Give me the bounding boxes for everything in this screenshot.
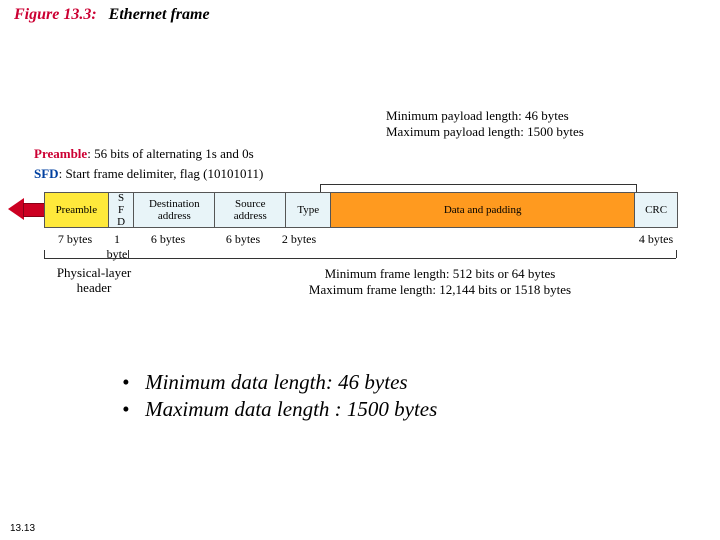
frame-row: Preamble S F D Destination address Sourc… bbox=[44, 192, 678, 228]
payload-min: Minimum payload length: 46 bytes bbox=[386, 108, 584, 124]
field-sfd: S F D bbox=[109, 193, 135, 227]
payload-max: Maximum payload length: 1500 bytes bbox=[386, 124, 584, 140]
tick bbox=[44, 250, 45, 258]
frame-length-note: Minimum frame length: 512 bits or 64 byt… bbox=[230, 266, 650, 299]
field-src-addr: Source address bbox=[215, 193, 286, 227]
brace-bottom-right bbox=[128, 258, 676, 259]
figure-caption: Ethernet frame bbox=[109, 6, 210, 23]
tick bbox=[320, 184, 321, 192]
brace-bottom-left bbox=[44, 258, 128, 259]
figure-label: Figure 13.3: bbox=[14, 6, 97, 23]
tick bbox=[128, 250, 129, 258]
field-preamble: Preamble bbox=[45, 193, 109, 227]
figure-title: Figure 13.3: Ethernet frame bbox=[14, 6, 210, 24]
frame-length-min: Minimum frame length: 512 bits or 64 byt… bbox=[230, 266, 650, 282]
tick bbox=[636, 184, 637, 192]
key-sfd: SFD: Start frame delimiter, flag (101010… bbox=[34, 164, 263, 184]
bullet-max: • Maximum data length : 1500 bytes bbox=[122, 397, 437, 422]
key-preamble: Preamble: 56 bits of alternating 1s and … bbox=[34, 144, 263, 164]
tick bbox=[676, 250, 677, 258]
bullet-min: • Minimum data length: 46 bytes bbox=[122, 370, 437, 395]
brace-top bbox=[320, 184, 636, 185]
key-sfd-label: SFD bbox=[34, 166, 59, 181]
bullet-list: • Minimum data length: 46 bytes • Maximu… bbox=[122, 370, 437, 424]
field-data: Data and padding bbox=[331, 193, 635, 227]
key-preamble-label: Preamble bbox=[34, 146, 87, 161]
key-sfd-text: Start frame delimiter, flag (10101011) bbox=[65, 166, 263, 181]
field-crc: CRC bbox=[635, 193, 677, 227]
frame-length-max: Maximum frame length: 12,144 bits or 151… bbox=[230, 282, 650, 298]
direction-arrow-icon bbox=[8, 198, 42, 220]
payload-length-note: Minimum payload length: 46 bytes Maximum… bbox=[386, 108, 584, 141]
page-number: 13.13 bbox=[10, 523, 35, 534]
physical-layer-header-label: Physical-layer header bbox=[44, 266, 144, 296]
field-key: Preamble: 56 bits of alternating 1s and … bbox=[34, 144, 263, 183]
field-type: Type bbox=[286, 193, 331, 227]
field-dest-addr: Destination address bbox=[134, 193, 215, 227]
key-preamble-text: 56 bits of alternating 1s and 0s bbox=[94, 146, 254, 161]
